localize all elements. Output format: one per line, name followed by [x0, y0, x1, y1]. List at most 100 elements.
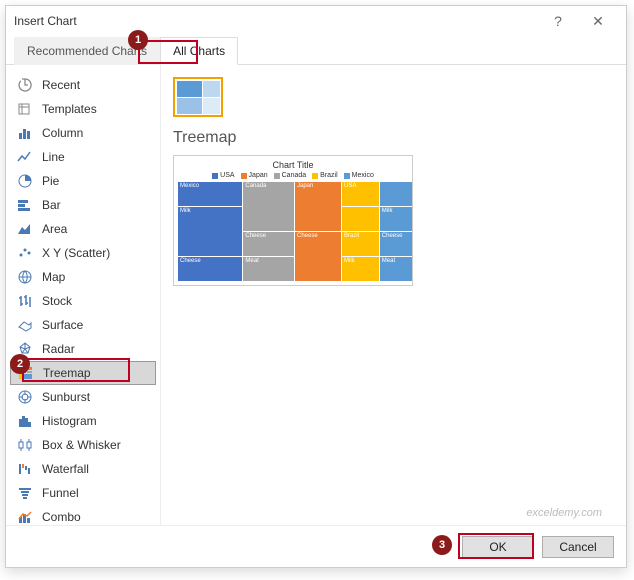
sidebar-item-label: Bar	[42, 198, 61, 212]
sidebar-item-bar[interactable]: Bar	[10, 193, 156, 217]
legend-item: Brazil	[312, 172, 338, 179]
sidebar-item-radar[interactable]: Radar	[10, 337, 156, 361]
sidebar-item-treemap[interactable]: Treemap	[10, 361, 156, 385]
templates-icon	[16, 100, 34, 118]
sidebar-item-surface[interactable]: Surface	[10, 313, 156, 337]
cancel-button[interactable]: Cancel	[542, 536, 614, 558]
line-icon	[16, 148, 34, 166]
legend-swatch	[241, 173, 247, 179]
treemap-cell: Cheese	[380, 232, 412, 256]
combo-icon	[16, 508, 34, 526]
preview-legend: USA Japan Canada Brazil Mexico	[178, 172, 408, 179]
sidebar-item-pie[interactable]: Pie	[10, 169, 156, 193]
sidebar-item-label: Histogram	[42, 414, 97, 428]
legend-label: Mexico	[352, 172, 374, 179]
preview-chart-title: Chart Title	[178, 160, 408, 170]
treemap-cell: Mexico	[178, 182, 242, 206]
close-button[interactable]: ✕	[578, 6, 618, 36]
sidebar-item-label: Column	[42, 126, 83, 140]
sidebar-item-label: Line	[42, 150, 65, 164]
area-icon	[16, 220, 34, 238]
chart-subtype-row	[173, 77, 614, 117]
recent-icon	[16, 76, 34, 94]
sidebar-item-sunburst[interactable]: Sunburst	[10, 385, 156, 409]
help-button[interactable]: ?	[538, 6, 578, 36]
ok-button[interactable]: OK	[462, 536, 534, 558]
chart-subtype-name: Treemap	[173, 129, 614, 147]
sidebar-item-area[interactable]: Area	[10, 217, 156, 241]
sidebar-item-recent[interactable]: Recent	[10, 73, 156, 97]
dialog-title: Insert Chart	[14, 14, 538, 28]
dialog-footer: OK Cancel	[6, 525, 626, 567]
funnel-icon	[16, 484, 34, 502]
treemap-cell	[380, 182, 412, 206]
surface-icon	[16, 316, 34, 334]
legend-label: Japan	[249, 172, 268, 179]
treemap-cell: Meat	[380, 257, 412, 281]
treemap-cell: Milk	[380, 207, 412, 231]
treemap-cell: Brazil	[342, 232, 379, 256]
column-icon	[16, 124, 34, 142]
treemap-cell: Japan	[295, 182, 341, 231]
treemap-cell: Cheese	[178, 257, 242, 281]
treemap-subtype-icon	[177, 81, 219, 113]
legend-item: Japan	[241, 172, 268, 179]
legend-label: Brazil	[320, 172, 338, 179]
legend-label: Canada	[282, 172, 307, 179]
insert-chart-dialog: Insert Chart ? ✕ Recommended Charts All …	[5, 5, 627, 568]
dialog-titlebar: Insert Chart ? ✕	[6, 6, 626, 36]
treemap-cell: Cheese	[295, 232, 341, 281]
sidebar-item-column[interactable]: Column	[10, 121, 156, 145]
pie-icon	[16, 172, 34, 190]
treemap-cell: USA	[342, 182, 379, 206]
legend-swatch	[212, 173, 218, 179]
map-icon	[16, 268, 34, 286]
sidebar-item-scatter[interactable]: X Y (Scatter)	[10, 241, 156, 265]
sidebar-item-waterfall[interactable]: Waterfall	[10, 457, 156, 481]
sidebar-item-stock[interactable]: Stock	[10, 289, 156, 313]
sidebar-item-label: Area	[42, 222, 67, 236]
sidebar-item-boxwhisker[interactable]: Box & Whisker	[10, 433, 156, 457]
treemap-cell	[342, 207, 379, 231]
tab-recommended[interactable]: Recommended Charts	[14, 37, 160, 65]
sidebar-item-label: Waterfall	[42, 462, 89, 476]
dialog-body: Recent Templates Column Line Pie Bar Are…	[6, 65, 626, 526]
sidebar-item-label: Surface	[42, 318, 83, 332]
treemap-cell: Milk	[342, 257, 379, 281]
chart-preview[interactable]: Chart Title USAJapanCanadaBrazilMexico M…	[173, 155, 413, 286]
waterfall-icon	[16, 460, 34, 478]
histogram-icon	[16, 412, 34, 430]
sidebar-item-label: Templates	[42, 102, 97, 116]
stock-icon	[16, 292, 34, 310]
chart-type-sidebar: Recent Templates Column Line Pie Bar Are…	[6, 65, 161, 526]
sidebar-item-map[interactable]: Map	[10, 265, 156, 289]
sidebar-item-label: Funnel	[42, 486, 79, 500]
legend-label: USA	[220, 172, 234, 179]
sidebar-item-label: Pie	[42, 174, 59, 188]
sidebar-item-combo[interactable]: Combo	[10, 505, 156, 526]
sunburst-icon	[16, 388, 34, 406]
treemap-cell: Canada	[243, 182, 294, 231]
sidebar-item-label: Radar	[42, 342, 75, 356]
legend-item: Canada	[274, 172, 307, 179]
sidebar-item-label: Stock	[42, 294, 72, 308]
sidebar-item-funnel[interactable]: Funnel	[10, 481, 156, 505]
treemap-cell: Milk	[178, 207, 242, 256]
preview-treemap-body: MexicoCanadaJapanUSAMilkMilkCheeseBrazil…	[178, 182, 408, 281]
legend-item: Mexico	[344, 172, 374, 179]
sidebar-item-templates[interactable]: Templates	[10, 97, 156, 121]
radar-icon	[16, 340, 34, 358]
sidebar-item-line[interactable]: Line	[10, 145, 156, 169]
sidebar-item-label: Box & Whisker	[42, 438, 121, 452]
boxwhisker-icon	[16, 436, 34, 454]
sidebar-item-histogram[interactable]: Histogram	[10, 409, 156, 433]
treemap-cell: Meat	[243, 257, 294, 281]
treemap-icon	[17, 364, 35, 382]
legend-item: USA	[212, 172, 234, 179]
watermark: exceldemy.com	[526, 507, 602, 519]
scatter-icon	[16, 244, 34, 262]
legend-swatch	[312, 173, 318, 179]
chart-subtype-treemap[interactable]	[173, 77, 223, 117]
sidebar-item-label: Recent	[42, 78, 80, 92]
tab-all-charts[interactable]: All Charts	[160, 37, 238, 65]
